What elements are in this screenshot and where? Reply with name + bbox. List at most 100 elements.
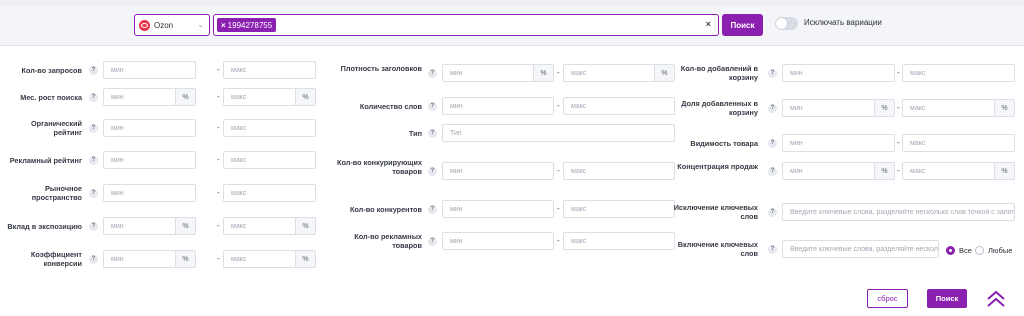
tag-chip-label: 1994278755 — [227, 20, 273, 30]
max-placeholder: макс — [910, 167, 926, 175]
help-icon[interactable]: ? — [428, 128, 437, 138]
product-id-input[interactable]: × 1994278755 × — [213, 14, 719, 36]
filter-max-search-growth[interactable]: макс% — [223, 88, 316, 106]
help-icon[interactable]: ? — [768, 244, 777, 254]
filter-min-cart-adds[interactable]: мин — [782, 64, 895, 82]
filter-min-market-space[interactable]: мин — [103, 184, 196, 202]
exclude-variations-toggle[interactable] — [775, 17, 798, 30]
filter-max-sales-concentration[interactable]: макс% — [902, 162, 1015, 180]
help-icon[interactable]: ? — [89, 254, 98, 264]
percent-addon: % — [175, 218, 195, 234]
min-placeholder: мин — [790, 167, 803, 175]
max-placeholder: макс — [910, 139, 926, 147]
filter-max-ad-products[interactable]: макс — [563, 232, 675, 250]
help-icon[interactable]: ? — [768, 103, 777, 113]
filter-min-sales-concentration[interactable]: мин% — [782, 162, 895, 180]
marketplace-select[interactable]: Ozon ⌄ — [134, 14, 210, 36]
filter-min-organic-rating[interactable]: мин — [103, 119, 196, 137]
filter-min-conversion[interactable]: мин% — [103, 250, 196, 268]
percent-addon: % — [295, 89, 315, 105]
max-placeholder: макс — [231, 66, 247, 74]
filter-max-cart-share[interactable]: макс% — [902, 99, 1015, 117]
min-placeholder: мин — [790, 104, 803, 112]
match-all-radio[interactable] — [946, 246, 955, 255]
max-placeholder: макс — [910, 69, 926, 77]
help-icon[interactable]: ? — [89, 188, 98, 198]
percent-addon: % — [994, 100, 1014, 116]
clear-input-icon[interactable]: × — [706, 19, 711, 29]
help-icon[interactable]: ? — [89, 92, 98, 102]
filter-min-competing-products[interactable]: мин — [442, 162, 554, 180]
filter-min-ad-rating[interactable]: мин — [103, 151, 196, 169]
input-placeholder: Введите ключевые слова, разделяйте неско… — [790, 208, 1014, 216]
filter-label-type: Тип — [408, 128, 422, 138]
tag-remove-icon[interactable]: × — [221, 21, 226, 30]
filter-max-conversion[interactable]: макс% — [223, 250, 316, 268]
help-icon[interactable]: ? — [768, 138, 777, 148]
max-placeholder: макс — [571, 205, 587, 213]
range-dash: - — [217, 65, 220, 74]
filter-max-competing-products[interactable]: макс — [563, 162, 675, 180]
input-placeholder: Тип — [450, 129, 462, 137]
filter-min-competitors[interactable]: мин — [442, 200, 554, 218]
help-icon[interactable]: ? — [768, 207, 777, 217]
filter-max-market-space[interactable]: макс — [223, 184, 316, 202]
filter-min-title-density[interactable]: мин% — [442, 64, 554, 82]
help-icon[interactable]: ? — [89, 155, 98, 165]
filter-max-visibility[interactable]: макс — [902, 134, 1015, 152]
help-icon[interactable]: ? — [768, 68, 777, 78]
percent-addon: % — [994, 163, 1014, 179]
help-icon[interactable]: ? — [428, 101, 437, 111]
filter-max-ad-rating[interactable]: макс — [223, 151, 316, 169]
help-icon[interactable]: ? — [89, 65, 98, 75]
filter-max-requests[interactable]: макс — [223, 61, 316, 79]
filter-input-type[interactable]: Тип — [442, 124, 675, 142]
filter-min-exposure-share[interactable]: мин% — [103, 217, 196, 235]
top-bar: Ozon ⌄ × 1994278755 × Поиск Исключать ва… — [0, 0, 1024, 46]
filter-input-exclude-keywords[interactable]: Введите ключевые слова, разделяйте неско… — [782, 203, 1015, 221]
min-placeholder: мин — [450, 69, 463, 77]
filter-min-ad-products[interactable]: мин — [442, 232, 554, 250]
help-icon[interactable]: ? — [89, 123, 98, 133]
help-icon[interactable]: ? — [89, 221, 98, 231]
max-placeholder: макс — [571, 69, 587, 77]
help-icon[interactable]: ? — [428, 236, 437, 246]
filter-max-exposure-share[interactable]: макс% — [223, 217, 316, 235]
reset-button[interactable]: сброс — [867, 289, 908, 308]
scroll-up-icon[interactable] — [985, 289, 1007, 309]
max-placeholder: макс — [231, 189, 247, 197]
min-placeholder: мин — [790, 139, 803, 147]
filter-label-cart-adds: Кол-во добавлений в корзину — [680, 64, 758, 82]
match-any-radio[interactable] — [975, 246, 984, 255]
filter-min-word-count[interactable]: мин — [442, 97, 554, 115]
max-placeholder: макс — [231, 156, 247, 164]
max-placeholder: макс — [231, 222, 247, 230]
filter-min-requests[interactable]: мин — [103, 61, 196, 79]
min-placeholder: мин — [790, 69, 803, 77]
filter-max-title-density[interactable]: макс% — [563, 64, 675, 82]
filter-min-search-growth[interactable]: мин% — [103, 88, 196, 106]
filter-max-competitors[interactable]: макс — [563, 200, 675, 218]
filter-max-cart-adds[interactable]: макс — [902, 64, 1015, 82]
search-button[interactable]: Поиск — [927, 289, 967, 308]
filter-label-exposure-share: Вклад в экспозицию — [7, 221, 82, 231]
top-search-button[interactable]: Поиск — [722, 14, 763, 36]
filter-min-visibility[interactable]: мин — [782, 134, 895, 152]
range-dash: - — [557, 236, 560, 245]
exclude-variations-label: Исключать вариации — [804, 18, 882, 27]
help-icon[interactable]: ? — [428, 68, 437, 78]
min-placeholder: мин — [450, 167, 463, 175]
max-placeholder: макс — [571, 102, 587, 110]
match-all-label: Все — [959, 246, 972, 255]
max-placeholder: макс — [231, 255, 247, 263]
help-icon[interactable]: ? — [768, 166, 777, 176]
filter-max-organic-rating[interactable]: макс — [223, 119, 316, 137]
help-icon[interactable]: ? — [428, 204, 437, 214]
filter-input-include-keywords[interactable]: Введите ключевые слова, разделяйте неско… — [782, 240, 939, 258]
range-dash: - — [557, 68, 560, 77]
help-icon[interactable]: ? — [428, 166, 437, 176]
range-dash: - — [897, 166, 900, 175]
filter-label-ad-rating: Рекламный рейтинг — [9, 155, 82, 165]
filter-min-cart-share[interactable]: мин% — [782, 99, 895, 117]
filter-max-word-count[interactable]: макс — [563, 97, 675, 115]
